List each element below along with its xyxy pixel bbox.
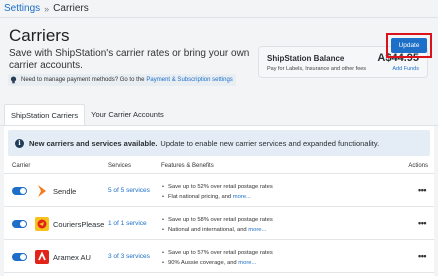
payment-notice: Need to manage payment methods? Go to th…: [8, 74, 236, 86]
tab-your-carrier-accounts[interactable]: Your Carrier Accounts: [85, 104, 170, 126]
carrier-tabs: ShipStation Carriers Your Carrier Accoun…: [4, 104, 170, 126]
couriersplease-logo-icon: [35, 216, 49, 232]
page-subtitle: Save with ShipStation's carrier rates or…: [9, 48, 250, 71]
table-row: Aramex AU 3 of 3 services Save up to 57%…: [4, 241, 434, 273]
banner-text: Update to enable new carrier services an…: [160, 138, 380, 148]
update-banner: i New carriers and services available. U…: [8, 130, 430, 156]
add-funds-link[interactable]: Add Funds: [392, 66, 419, 72]
banner-bold-text: New carriers and services available.: [29, 138, 158, 148]
lightbulb-icon: [10, 76, 17, 84]
row-actions-menu-icon[interactable]: •••: [418, 185, 426, 195]
breadcrumb-current: Carriers: [53, 3, 89, 14]
balance-note: Pay for Labels, Insurance and other fees: [267, 66, 367, 72]
row-actions-menu-icon[interactable]: •••: [418, 218, 426, 228]
update-button-highlight: Update: [386, 33, 432, 58]
more-link[interactable]: more...: [238, 260, 256, 266]
feature-item: Flat national pricing, and more...: [161, 192, 273, 202]
features-list: Save up to 57% over retail postage rates…: [161, 248, 273, 268]
page-title: Carriers: [9, 26, 70, 45]
table-row: Sendle 5 of 5 services Save up to 52% ov…: [4, 175, 434, 207]
carrier-enabled-toggle[interactable]: [12, 220, 27, 228]
header-carrier: Carrier: [12, 163, 31, 169]
info-icon: i: [15, 138, 24, 148]
header-actions: Actions: [408, 163, 428, 169]
table-row: CouriersPlease 1 of 1 service Save up to…: [4, 208, 434, 240]
carrier-enabled-toggle[interactable]: [12, 187, 27, 195]
services-link[interactable]: 5 of 5 services: [108, 187, 150, 194]
payment-settings-link[interactable]: Payment & Subscription settings: [146, 77, 232, 83]
update-button[interactable]: Update: [391, 38, 427, 53]
more-link[interactable]: more...: [248, 227, 266, 233]
carrier-name: Aramex AU: [53, 253, 91, 262]
feature-item: 90% Aussie coverage, and more...: [161, 258, 273, 268]
feature-item: Save up to 52% over retail postage rates: [161, 182, 273, 192]
more-link[interactable]: more...: [233, 194, 251, 200]
carrier-name: CouriersPlease: [53, 220, 105, 229]
header-services: Services: [108, 163, 132, 169]
breadcrumb: Settings » Carriers: [4, 3, 89, 14]
breadcrumb-settings-link[interactable]: Settings: [4, 3, 40, 14]
aramex-logo-icon: [35, 249, 49, 265]
services-link[interactable]: 1 of 1 service: [108, 220, 147, 227]
header-features: Features & Benefits: [161, 163, 214, 169]
carriers-panel: i New carriers and services available. U…: [4, 126, 434, 276]
feature-item: Save up to 58% over retail postage rates: [161, 215, 273, 225]
features-list: Save up to 58% over retail postage rates…: [161, 215, 273, 235]
row-actions-menu-icon[interactable]: •••: [418, 251, 426, 261]
breadcrumb-separator: »: [44, 3, 50, 14]
payment-notice-text: Need to manage payment methods? Go to th…: [21, 77, 145, 83]
sendle-logo-icon: [35, 183, 49, 199]
feature-item: National and international, and more...: [161, 225, 273, 235]
header-divider: [0, 17, 438, 18]
feature-item: Save up to 57% over retail postage rates: [161, 248, 273, 258]
table-header: Carrier Services Features & Benefits Act…: [4, 160, 434, 174]
balance-label: ShipStation Balance: [267, 54, 345, 63]
carrier-name: Sendle: [53, 187, 77, 196]
features-list: Save up to 52% over retail postage rates…: [161, 182, 273, 202]
carrier-enabled-toggle[interactable]: [12, 253, 27, 261]
tab-shipstation-carriers[interactable]: ShipStation Carriers: [4, 104, 86, 126]
services-link[interactable]: 3 of 3 services: [108, 253, 150, 260]
